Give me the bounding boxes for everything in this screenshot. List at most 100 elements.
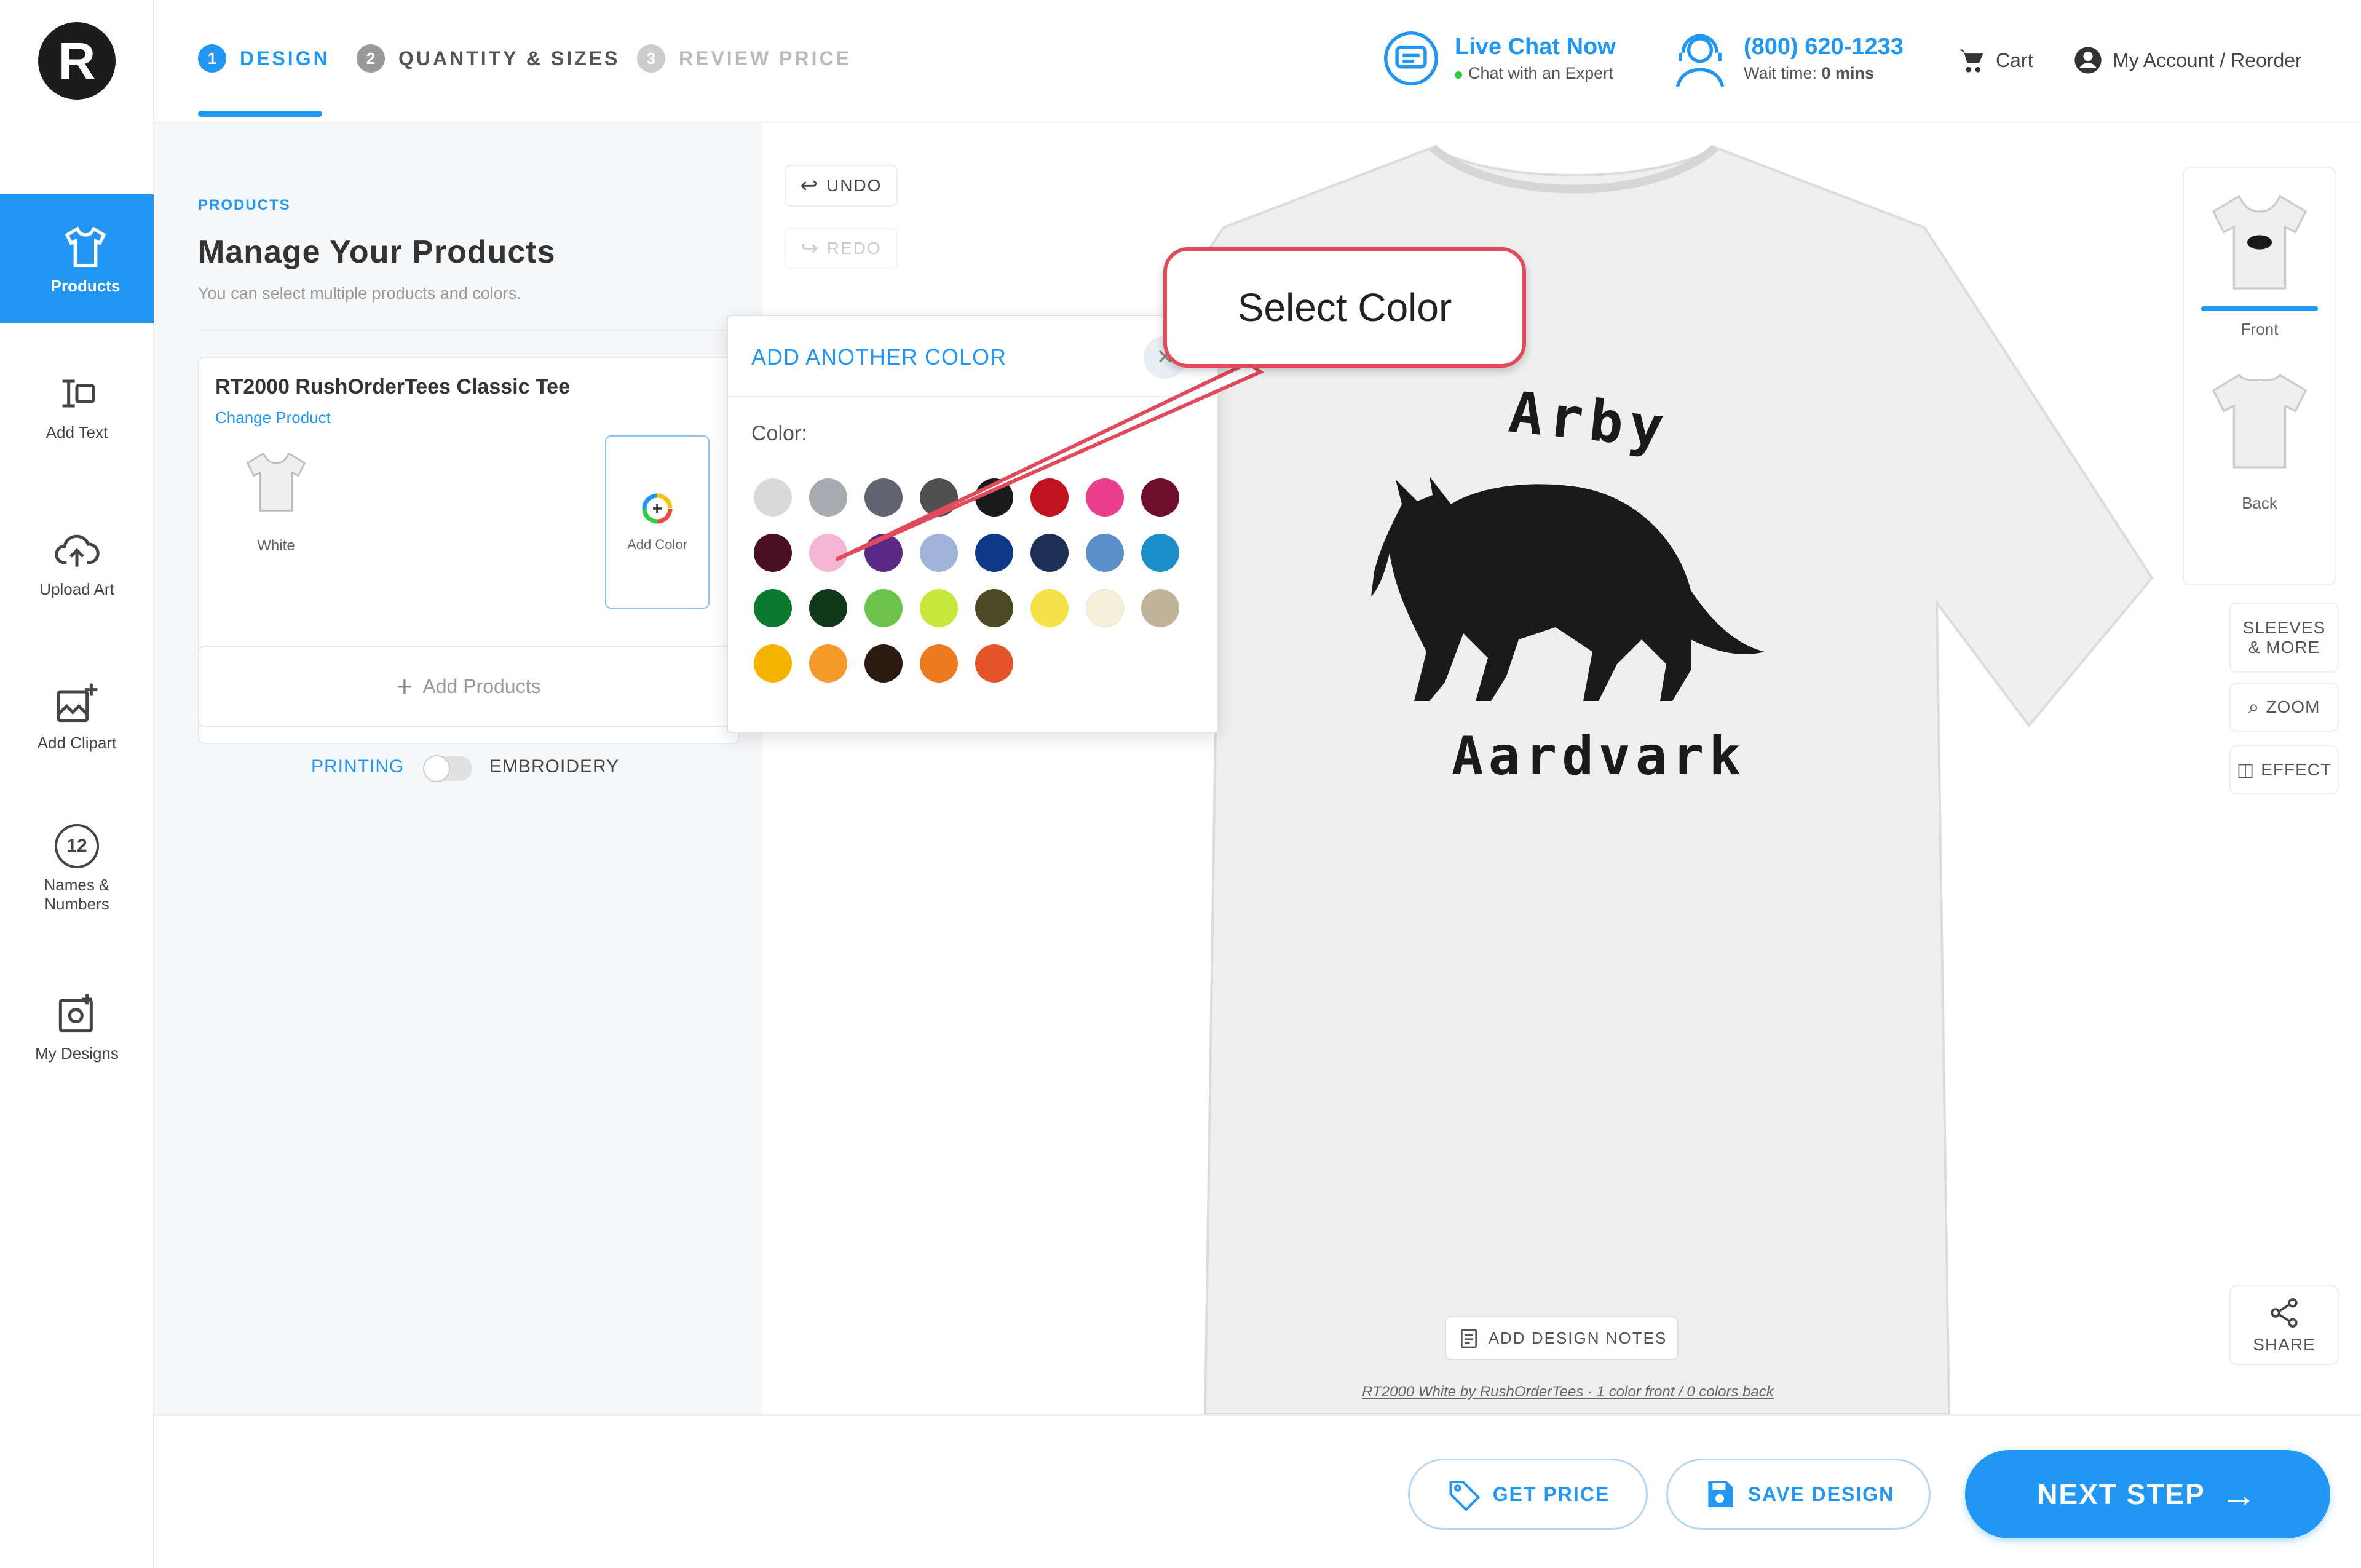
account-link[interactable]: My Account / Reorder (2072, 44, 2302, 76)
tshirt-icon (65, 226, 106, 267)
callout-text: Select Color (1237, 285, 1452, 330)
rail-products[interactable]: Products (0, 194, 171, 323)
zoom-button[interactable]: ⌕ ZOOM (2229, 683, 2339, 732)
product-color-thumb[interactable]: White (236, 444, 316, 555)
chat-bubble-icon (1384, 31, 1438, 85)
color-swatch[interactable] (975, 644, 1013, 683)
rail-names-numbers[interactable]: 12 Names & Numbers (0, 824, 154, 914)
select-color-callout: Select Color (1163, 247, 1526, 368)
step-label: DESIGN (240, 47, 330, 69)
zoom-label: ZOOM (2266, 697, 2320, 716)
number-badge-icon: 12 (55, 824, 99, 868)
account-icon (2074, 47, 2102, 74)
change-product-link[interactable]: Change Product (215, 408, 331, 427)
add-design-notes-button[interactable]: ADD DESIGN NOTES (1445, 1316, 1679, 1360)
panel-eyebrow: PRODUCTS (198, 197, 291, 213)
step-number: 2 (357, 44, 385, 73)
next-step-label: NEXT STEP (2037, 1478, 2205, 1510)
step-design[interactable]: 1 DESIGN (198, 44, 330, 73)
cart-link[interactable]: Cart (1955, 44, 2033, 76)
live-chat-subtitle: Chat with an Expert (1468, 64, 1613, 82)
color-swatch[interactable] (1141, 589, 1179, 627)
phone-number: (800) 620-1233 (1744, 34, 1904, 60)
tshirt-thumbnail-icon (246, 452, 306, 512)
step-label: QUANTITY & SIZES (398, 47, 620, 69)
rail-upload-art[interactable]: Upload Art (0, 526, 154, 599)
badge-number: 12 (66, 836, 87, 856)
left-rail: R Products Add Text Upload Art Add Clipa… (0, 0, 171, 1568)
undo-button[interactable]: ↩ UNDO (785, 165, 898, 207)
color-swatch[interactable] (809, 589, 847, 627)
step-number: 3 (637, 44, 665, 73)
bottom-bar: GET PRICE SAVE DESIGN NEXT STEP → (154, 1414, 2361, 1568)
product-summary-text[interactable]: RT2000 White by RushOrderTees · 1 color … (1303, 1384, 1832, 1401)
rail-add-text[interactable]: Add Text (0, 369, 154, 442)
add-color-button[interactable]: Add Color (605, 435, 710, 609)
wait-time-label: Wait time: (1744, 64, 1817, 82)
undo-label: UNDO (826, 176, 882, 195)
rail-add-clipart[interactable]: Add Clipart (0, 679, 154, 753)
sleeves-more-button[interactable]: SLEEVES & MORE (2229, 603, 2339, 673)
add-products-button[interactable]: + Add Products (198, 646, 739, 727)
color-swatch[interactable] (1030, 589, 1069, 627)
active-view-indicator (2201, 306, 2318, 311)
share-button[interactable]: SHARE (2229, 1285, 2339, 1365)
rail-my-designs[interactable]: My Designs (0, 990, 154, 1063)
step-label: REVIEW PRICE (679, 47, 852, 69)
rail-label: Products (50, 276, 121, 295)
color-swatch[interactable] (920, 644, 958, 683)
printing-label[interactable]: PRINTING (311, 756, 404, 777)
account-label: My Account / Reorder (2113, 49, 2302, 71)
view-back[interactable]: Back (2198, 360, 2321, 513)
panel-subtitle: You can select multiple products and col… (198, 284, 521, 303)
step-quantity-sizes[interactable]: 2 QUANTITY & SIZES (357, 44, 620, 73)
online-dot-icon (1455, 71, 1462, 79)
color-swatch[interactable] (809, 644, 847, 683)
effect-icon: ◫ (2236, 759, 2255, 780)
color-swatch[interactable] (754, 478, 792, 517)
price-tag-icon (1449, 1481, 1481, 1511)
color-swatch[interactable] (754, 534, 792, 572)
brand-logo[interactable]: R (38, 22, 116, 100)
toggle-knob (423, 755, 450, 782)
saved-designs-icon (58, 994, 93, 1033)
color-swatch[interactable] (864, 644, 903, 683)
cart-label: Cart (1996, 49, 2033, 71)
get-price-button[interactable]: GET PRICE (1408, 1459, 1648, 1530)
effect-button[interactable]: ◫ EFFECT (2229, 745, 2339, 794)
product-color-label: White (257, 537, 295, 554)
share-icon (2271, 1297, 2298, 1328)
live-chat[interactable]: Live Chat Now Chat with an Expert (1377, 25, 1616, 92)
rail-label: Add Clipart (37, 734, 117, 752)
get-price-label: GET PRICE (1492, 1483, 1610, 1505)
headset-agent-icon (1675, 34, 1725, 87)
color-wheel-icon (642, 493, 673, 524)
step-review-price[interactable]: 3 REVIEW PRICE (637, 44, 852, 73)
color-swatch[interactable] (920, 589, 958, 627)
view-front[interactable]: Front (2198, 181, 2321, 339)
color-swatch[interactable] (975, 589, 1013, 627)
view-switcher: Front Back (2183, 167, 2336, 585)
plus-icon: + (396, 670, 413, 702)
panel-title: Manage Your Products (198, 234, 556, 270)
arrow-right-icon: → (2220, 1473, 2258, 1515)
zoom-icon: ⌕ (2248, 695, 2260, 718)
view-back-label: Back (2242, 494, 2277, 512)
phone-support[interactable]: (800) 620-1233 Wait time: 0 mins (1666, 25, 1904, 92)
save-disk-icon (1708, 1481, 1733, 1507)
save-design-button[interactable]: SAVE DESIGN (1666, 1459, 1931, 1530)
product-name: RT2000 RushOrderTees Classic Tee (215, 375, 571, 398)
rail-label: My Designs (35, 1044, 119, 1063)
notes-icon (1460, 1329, 1477, 1348)
cart-icon (1959, 49, 1983, 73)
color-swatch[interactable] (754, 644, 792, 683)
color-swatch[interactable] (864, 589, 903, 627)
printing-embroidery-toggle[interactable] (423, 755, 472, 782)
rail-label: Add Text (45, 423, 108, 441)
embroidery-label[interactable]: EMBROIDERY (489, 756, 619, 777)
top-bar: 1 DESIGN 2 QUANTITY & SIZES 3 REVIEW PRI… (154, 0, 2361, 123)
next-step-button[interactable]: NEXT STEP → (1965, 1450, 2330, 1538)
color-swatch[interactable] (1086, 589, 1124, 627)
design-bottom-text[interactable]: Aardvark (1426, 726, 1771, 787)
color-swatch[interactable] (754, 589, 792, 627)
